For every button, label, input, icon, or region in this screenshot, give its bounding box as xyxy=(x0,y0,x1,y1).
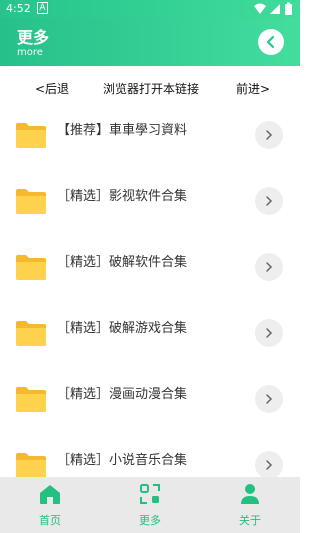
list-item-label: 【推荐】車車學习資料 xyxy=(57,123,188,138)
app-header: 更多 more xyxy=(0,18,300,66)
chevron-right-icon xyxy=(266,328,273,338)
tab-more-label: 更多 xyxy=(139,514,161,527)
chevron-left-icon xyxy=(266,35,275,49)
folder-icon xyxy=(16,321,46,346)
tab-home[interactable]: 首页 xyxy=(0,477,100,533)
folder-icon xyxy=(16,255,46,280)
open-in-browser-link[interactable]: 浏览器打开本链接 xyxy=(103,80,199,97)
grid-icon xyxy=(140,484,160,504)
list-item-label: ［精选］影视软件合集 xyxy=(57,189,188,204)
bottom-tab-bar: 首页 更多 关于 xyxy=(0,477,300,533)
list-item-label: ［精选］小说音乐合集 xyxy=(57,453,188,468)
battery-icon xyxy=(285,2,292,15)
tab-more[interactable]: 更多 xyxy=(100,477,200,533)
wifi-icon xyxy=(254,3,266,14)
chevron-right-icon xyxy=(266,130,273,140)
open-button[interactable] xyxy=(255,451,283,479)
folder-icon xyxy=(16,123,46,148)
list-item-label: ［精选］漫画动漫合集 xyxy=(57,387,188,402)
open-button[interactable] xyxy=(255,187,283,215)
open-button[interactable] xyxy=(255,121,283,149)
status-time: 4:52 xyxy=(6,2,31,15)
folder-icon xyxy=(16,189,46,214)
tab-about-label: 关于 xyxy=(239,514,261,527)
chevron-right-icon xyxy=(266,394,273,404)
back-button[interactable] xyxy=(258,29,284,55)
tab-about[interactable]: 关于 xyxy=(200,477,300,533)
tab-home-label: 首页 xyxy=(39,514,61,527)
page-subtitle: more xyxy=(17,47,43,58)
status-bar: 4:52 A xyxy=(0,0,300,18)
open-button[interactable] xyxy=(255,253,283,281)
folder-icon xyxy=(16,453,46,478)
chevron-right-icon xyxy=(266,196,273,206)
status-icons xyxy=(254,2,292,15)
list-item-label: ［精选］破解软件合集 xyxy=(57,255,188,270)
list-item[interactable]: ［精选］破解软件合集 xyxy=(0,234,300,301)
page-title: 更多 xyxy=(17,28,50,47)
notification-badge: A xyxy=(37,2,48,14)
home-icon xyxy=(40,485,60,504)
list-item[interactable]: ［精选］破解游戏合集 xyxy=(0,300,300,367)
open-button[interactable] xyxy=(255,385,283,413)
nav-forward-link[interactable]: 前进> xyxy=(236,80,270,97)
nav-back-link[interactable]: <后退 xyxy=(35,80,69,97)
chevron-right-icon xyxy=(266,460,273,470)
list-item[interactable]: ［精选］影视软件合集 xyxy=(0,168,300,235)
list-item[interactable]: 【推荐】車車學习資料 xyxy=(0,102,300,169)
list-item-label: ［精选］破解游戏合集 xyxy=(57,321,188,336)
folder-icon xyxy=(16,387,46,412)
chevron-right-icon xyxy=(266,262,273,272)
list-item[interactable]: ［精选］漫画动漫合集 xyxy=(0,366,300,433)
open-button[interactable] xyxy=(255,319,283,347)
signal-icon xyxy=(270,4,280,14)
person-icon xyxy=(241,484,259,504)
